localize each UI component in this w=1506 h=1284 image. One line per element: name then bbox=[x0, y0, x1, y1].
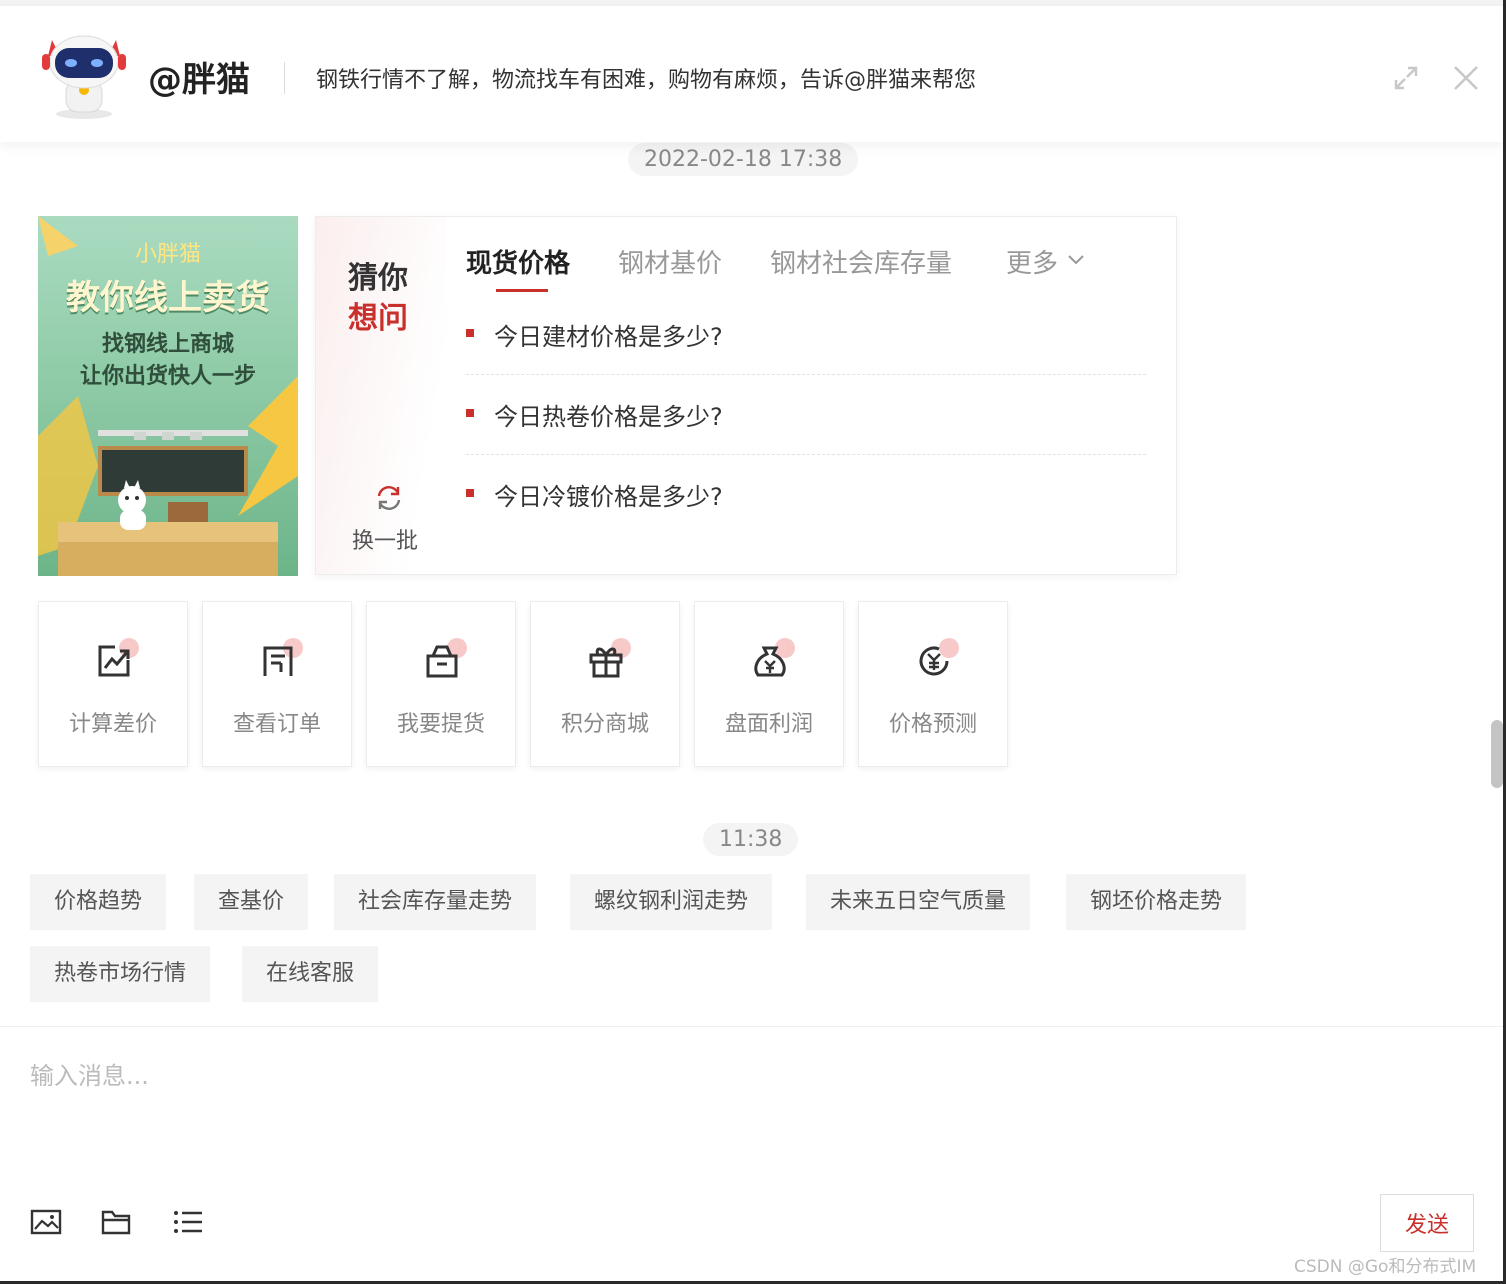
chevron-down-icon[interactable] bbox=[1066, 253, 1086, 267]
question-text: 今日热卷价格是多少? bbox=[494, 403, 723, 431]
money-bag-icon bbox=[754, 646, 786, 677]
quick-reply-chip[interactable]: 在线客服 bbox=[242, 946, 379, 1002]
quick-reply-chip[interactable]: 热卷市场行情 bbox=[30, 946, 211, 1002]
active-tab-underline bbox=[496, 289, 548, 292]
bullet-icon bbox=[466, 329, 474, 337]
guess-title-line-2: 想问 bbox=[348, 301, 408, 336]
tab-more[interactable]: 更多 bbox=[1006, 243, 1058, 280]
banner-big-title: 教你线上卖货 bbox=[66, 278, 270, 318]
banner-line-2: 让你出货快人一步 bbox=[79, 364, 256, 389]
shortcut-label: 价格预测 bbox=[888, 712, 977, 737]
package-box-icon bbox=[426, 645, 458, 678]
question-text: 今日冷镀价格是多少? bbox=[494, 483, 723, 511]
tab-base-price[interactable]: 钢材基价 bbox=[618, 243, 722, 280]
question-item[interactable]: 今日热卷价格是多少? bbox=[466, 375, 1146, 455]
timestamp-pill: 11:38 bbox=[703, 823, 799, 856]
quick-reply-chip[interactable]: 钢坯价格走势 bbox=[1066, 874, 1247, 930]
shortcut-calc-price-diff[interactable]: 计算差价 bbox=[38, 601, 188, 767]
scrollbar-thumb[interactable] bbox=[1491, 720, 1503, 788]
quick-reply-chip[interactable]: 查基价 bbox=[194, 874, 309, 930]
timestamp-pill: 2022-02-18 17:38 bbox=[628, 143, 859, 176]
header-slogan: 钢铁行情不了解，物流找车有困难，购物有麻烦，告诉@胖猫来帮您 bbox=[316, 68, 977, 93]
bot-name: @胖猫 bbox=[148, 60, 250, 100]
quick-reply-chip[interactable]: 未来五日空气质量 bbox=[806, 874, 1031, 930]
chart-trend-icon bbox=[98, 645, 130, 677]
close-icon[interactable] bbox=[1450, 62, 1482, 94]
tab-social-inventory[interactable]: 钢材社会库存量 bbox=[770, 243, 952, 280]
yuan-cycle-icon bbox=[919, 646, 949, 676]
banner-line-1: 找钢线上商城 bbox=[101, 332, 234, 357]
order-list-icon bbox=[263, 646, 293, 676]
shortcut-label: 查看订单 bbox=[232, 712, 321, 737]
expand-icon[interactable] bbox=[1390, 62, 1422, 94]
message-input[interactable] bbox=[30, 1056, 1470, 1176]
quick-reply-chip[interactable]: 价格趋势 bbox=[30, 874, 167, 930]
watermark: CSDN @Go和分布式IM bbox=[1294, 1257, 1477, 1277]
refresh-icon[interactable] bbox=[374, 483, 404, 513]
folder-icon[interactable] bbox=[100, 1206, 132, 1238]
chat-header: @胖猫 钢铁行情不了解，物流找车有困难，购物有麻烦，告诉@胖猫来帮您 bbox=[0, 6, 1503, 142]
list-menu-icon[interactable] bbox=[172, 1206, 204, 1238]
shortcut-label: 盘面利润 bbox=[724, 712, 813, 737]
bullet-icon bbox=[466, 489, 474, 497]
banner-small-title: 小胖猫 bbox=[134, 242, 201, 267]
quick-reply-chip[interactable]: 螺纹钢利润走势 bbox=[570, 874, 773, 930]
shortcut-label: 积分商城 bbox=[560, 712, 649, 737]
guess-title-line-1: 猜你 bbox=[348, 261, 408, 296]
shortcut-label: 计算差价 bbox=[68, 712, 157, 737]
composer-divider bbox=[0, 1026, 1503, 1027]
shortcut-label: 我要提货 bbox=[396, 712, 485, 737]
question-text: 今日建材价格是多少? bbox=[494, 323, 723, 351]
bullet-icon bbox=[466, 409, 474, 417]
header-divider bbox=[284, 62, 285, 94]
question-item[interactable]: 今日冷镀价格是多少? bbox=[466, 455, 1146, 535]
promo-banner[interactable]: 小胖猫 教你线上卖货 找钢线上商城 让你出货快人一步 bbox=[38, 216, 298, 576]
question-item[interactable]: 今日建材价格是多少? bbox=[466, 295, 1146, 375]
quick-reply-chip[interactable]: 社会库存量走势 bbox=[334, 874, 537, 930]
gift-icon bbox=[589, 647, 623, 678]
robot-cat-avatar bbox=[42, 35, 126, 119]
guess-questions-card: 猜你 想问 换一批 现货价格 钢材基价 钢材社会库存量 更多 今日建材价格是多少… bbox=[315, 216, 1177, 575]
shortcut-points-mall[interactable]: 积分商城 bbox=[530, 601, 680, 767]
image-icon[interactable] bbox=[30, 1206, 62, 1238]
shortcut-profit[interactable]: 盘面利润 bbox=[694, 601, 844, 767]
shortcut-view-orders[interactable]: 查看订单 bbox=[202, 601, 352, 767]
refresh-batch-button[interactable]: 换一批 bbox=[352, 523, 418, 555]
send-button[interactable]: 发送 bbox=[1380, 1194, 1474, 1252]
shortcut-pickup[interactable]: 我要提货 bbox=[366, 601, 516, 767]
tab-spot-price[interactable]: 现货价格 bbox=[466, 243, 570, 280]
shortcut-price-forecast[interactable]: 价格预测 bbox=[858, 601, 1008, 767]
